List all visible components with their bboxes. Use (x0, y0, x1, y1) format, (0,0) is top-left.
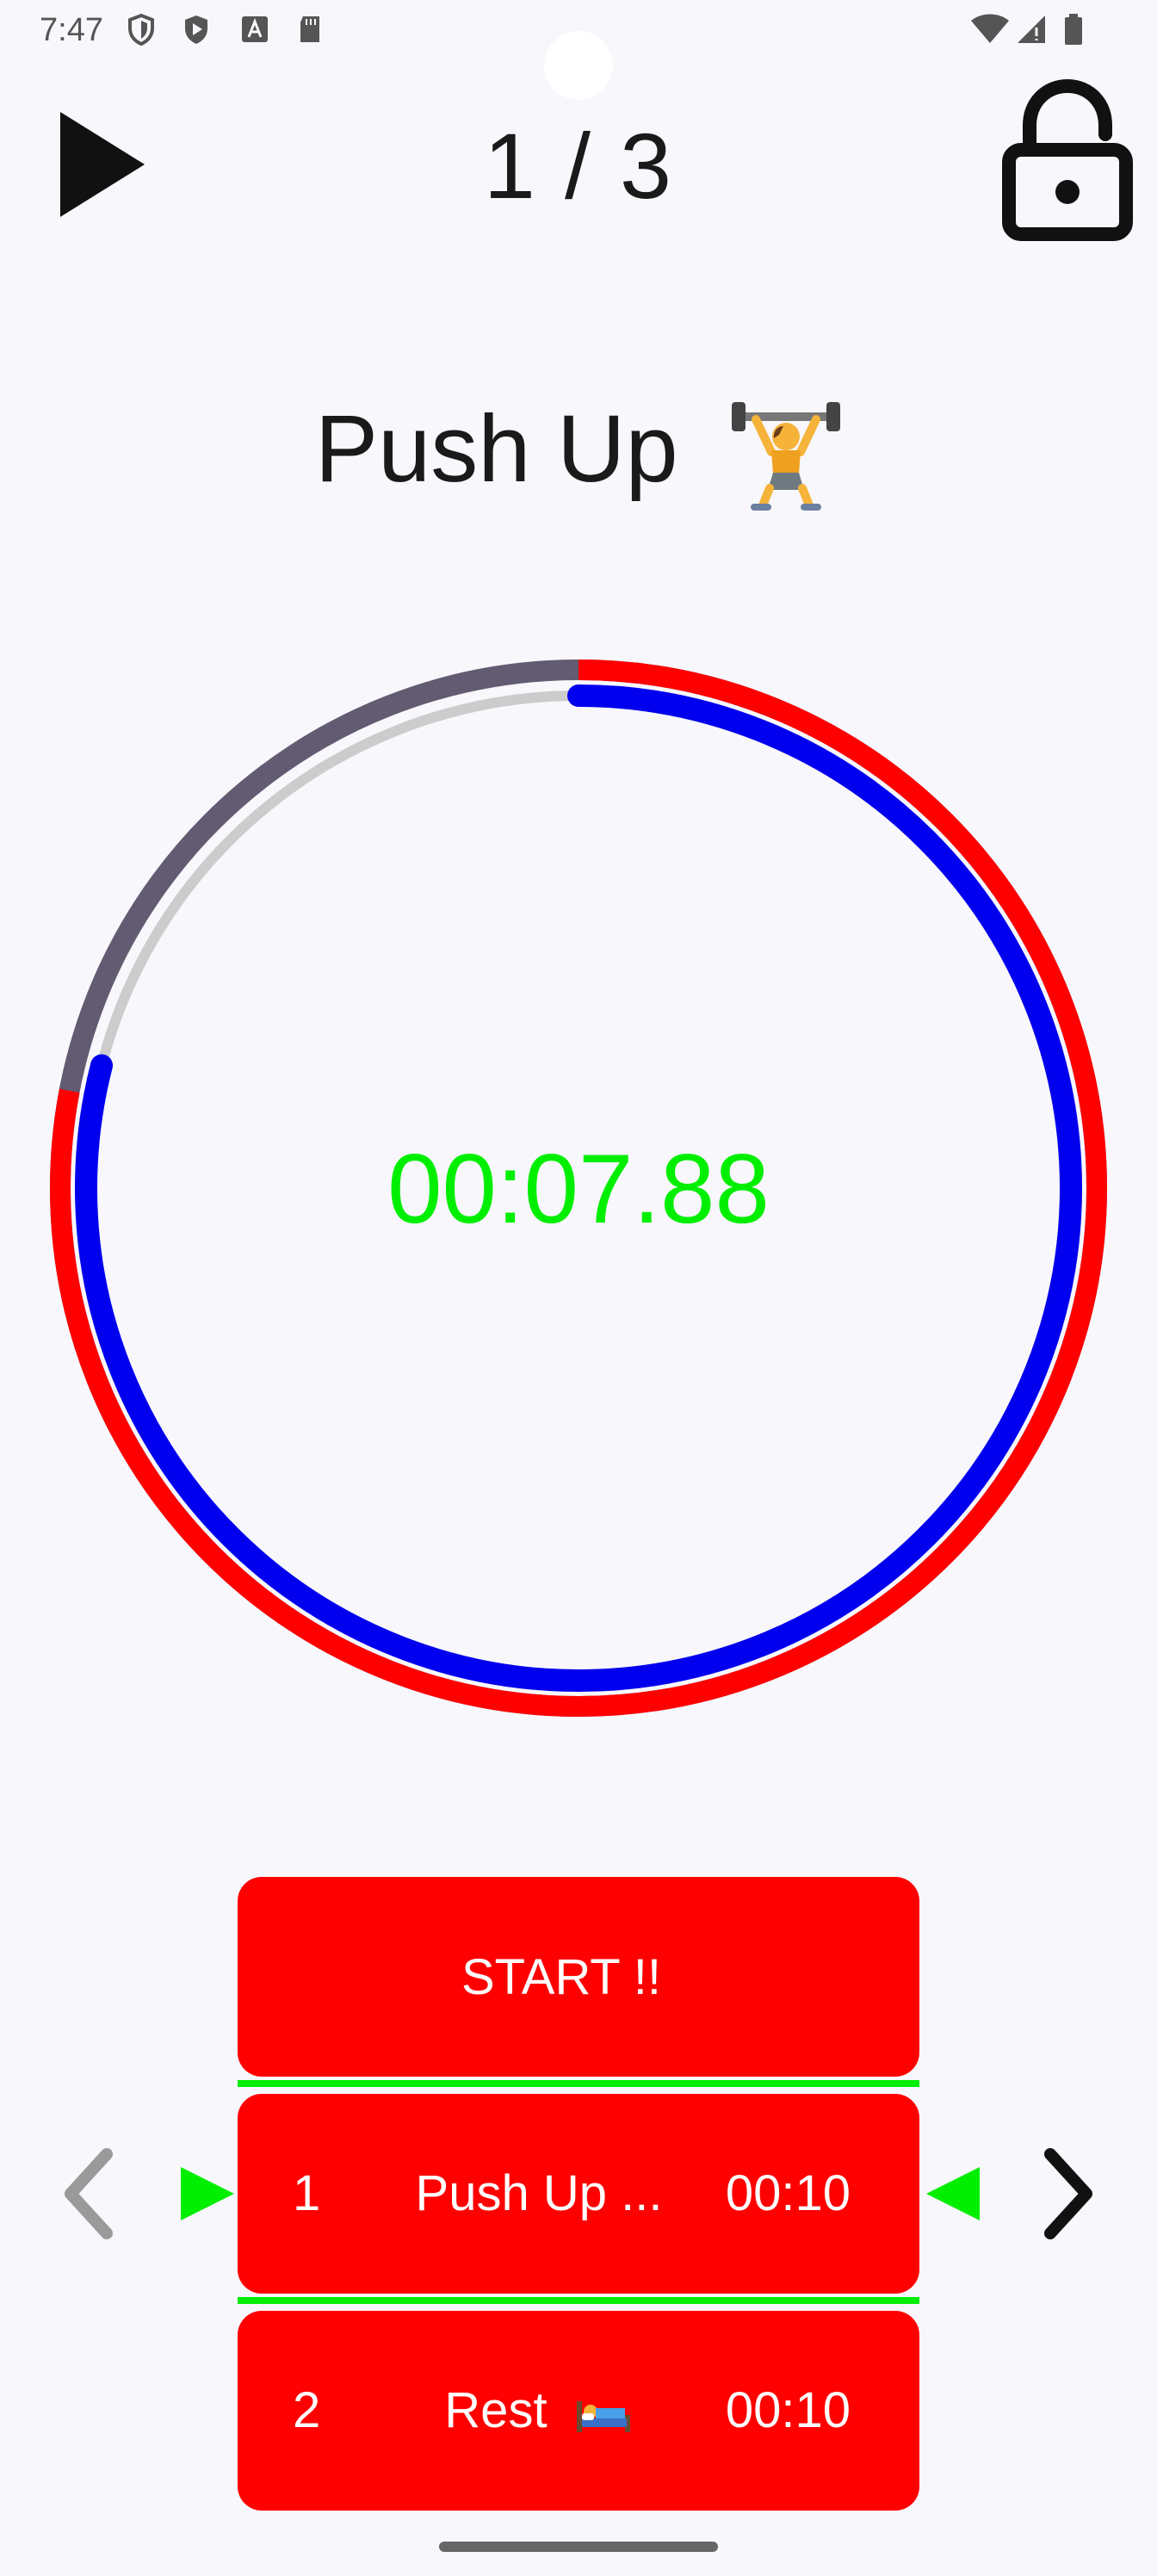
exercise-counter: 1 / 3 (483, 114, 674, 218)
weightlifter-emoji (732, 401, 841, 511)
chevron-left-icon[interactable] (55, 2142, 124, 2245)
list-item-number: 1 (293, 2165, 321, 2221)
start-card[interactable]: START !! (238, 1877, 919, 2077)
sd-card-icon (300, 16, 319, 42)
current-item-right-marker-icon (926, 2167, 980, 2220)
chevron-right-icon[interactable] (1033, 2142, 1102, 2245)
list-item[interactable]: 2 Rest 00:10 (238, 2311, 919, 2511)
font-icon (242, 16, 268, 42)
current-item-top-divider (238, 2080, 919, 2087)
start-label: START !! (461, 1948, 662, 2005)
shield-icon (128, 13, 154, 46)
current-item-bottom-divider (238, 2297, 919, 2304)
app-screen: 7:47 1 / 3 Push Up 00:07.88 START !! 1 P… (0, 0, 1157, 2576)
home-indicator[interactable] (439, 2542, 718, 2552)
wifi-icon (971, 14, 1009, 43)
play-icon[interactable] (55, 108, 150, 220)
camera-cutout (544, 31, 613, 100)
battery-icon (1065, 14, 1082, 45)
exercise-title-text: Push Up (314, 396, 678, 502)
list-item-time: 00:10 (725, 2382, 851, 2438)
status-time: 7:47 (40, 12, 103, 48)
bed-emoji (576, 2400, 630, 2432)
current-item-left-marker-icon (181, 2167, 234, 2220)
list-item-number: 2 (293, 2382, 321, 2438)
play-store-icon (185, 15, 207, 44)
list-item[interactable]: 1 Push Up ... 00:10 (238, 2094, 919, 2294)
exercise-title: Push Up (0, 394, 1157, 512)
list-item-name: Rest (444, 2382, 548, 2438)
list-item-time: 00:10 (725, 2165, 851, 2221)
timer-display: 00:07.88 (387, 1135, 770, 1244)
signal-icon (1018, 15, 1045, 43)
list-item-name: Push Up ... (415, 2165, 663, 2221)
list-item-name-wrap: Rest (384, 2311, 694, 2511)
unlock-icon[interactable] (999, 77, 1136, 250)
